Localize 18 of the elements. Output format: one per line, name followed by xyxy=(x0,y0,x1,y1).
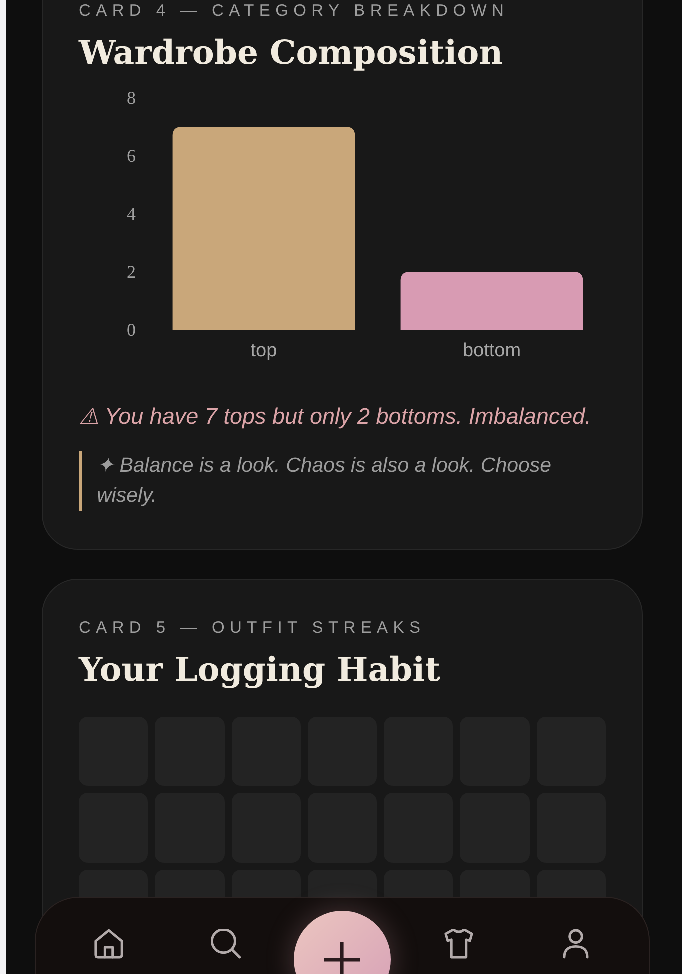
search-icon xyxy=(210,929,241,959)
y-axis-label: 2 xyxy=(127,262,136,282)
person-icon xyxy=(560,929,591,959)
home-icon xyxy=(94,929,124,959)
shirt-icon xyxy=(444,929,474,959)
y-axis-label: 0 xyxy=(127,320,136,340)
y-axis-label: 6 xyxy=(127,146,136,166)
section-label: CARD 5 — OUTFIT STREAKS xyxy=(79,618,427,638)
card-title: Wardrobe Composition xyxy=(79,32,504,74)
y-axis-label: 4 xyxy=(127,204,136,224)
plus-icon xyxy=(324,942,360,974)
warning-text: ⚠ You have 7 tops but only 2 bottoms. Imbalanced. xyxy=(79,404,592,430)
y-axis-label: 8 xyxy=(127,88,136,108)
section-label: CARD 4 — CATEGORY BREAKDOWN xyxy=(79,1,510,21)
card-title: Your Logging Habit xyxy=(79,649,442,691)
tip-quote: ✦ Balance is a look. Chaos is also a look. Choose wisely. xyxy=(79,451,606,511)
x-axis-label: bottom xyxy=(462,340,522,362)
x-axis-label: top xyxy=(250,340,278,362)
